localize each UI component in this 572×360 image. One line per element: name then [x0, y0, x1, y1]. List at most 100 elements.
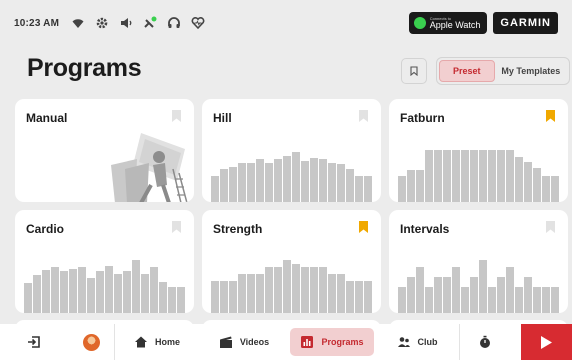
program-card-intervals[interactable]: Intervals — [389, 210, 568, 313]
wifi-icon[interactable] — [71, 16, 85, 30]
bookmark-icon[interactable] — [546, 221, 555, 233]
profile-bar — [42, 270, 50, 313]
profile-bar — [425, 150, 433, 202]
program-card-fatburn[interactable]: Fatburn — [389, 99, 568, 202]
profile-bar — [515, 157, 523, 202]
profile-bar — [398, 176, 406, 202]
profile-bar — [33, 275, 41, 313]
profile-bar — [177, 287, 185, 313]
nav-programs-label: Programs — [321, 337, 364, 347]
play-icon — [541, 335, 552, 349]
bookmark-icon-active[interactable] — [359, 221, 368, 233]
profile-bar — [310, 158, 318, 202]
profile-bar — [506, 267, 514, 313]
program-card-strength[interactable]: Strength — [202, 210, 381, 313]
profile-bar — [461, 150, 469, 202]
bookmark-icon — [410, 66, 418, 76]
profile-bar — [470, 277, 478, 313]
headphones-icon[interactable] — [167, 16, 181, 30]
profile-bar — [238, 163, 246, 202]
profile-bar — [141, 274, 149, 313]
gear-icon[interactable] — [95, 16, 109, 30]
garmin-button[interactable]: GARMIN — [493, 12, 558, 34]
profile-bar — [434, 277, 442, 313]
apple-watch-icon — [413, 17, 426, 29]
profile-bar — [24, 283, 32, 313]
profile-bar — [364, 281, 372, 313]
program-name: Strength — [213, 222, 263, 236]
profile-bar — [364, 176, 372, 202]
profile-bar — [78, 267, 86, 313]
tab-my-templates[interactable]: My Templates — [495, 60, 567, 82]
profile-bar — [443, 150, 451, 202]
profile-bar — [346, 281, 354, 313]
profile-bar — [229, 281, 237, 313]
profile-bar — [159, 282, 167, 313]
profile-bar — [488, 287, 496, 313]
apple-watch-button[interactable]: Connects to Apple Watch — [408, 12, 488, 34]
speaker-icon[interactable] — [119, 16, 133, 30]
program-name: Cardio — [26, 222, 65, 236]
nav-videos-label: Videos — [239, 337, 270, 347]
program-card-manual[interactable]: Manual — [15, 99, 194, 202]
nav-home[interactable]: Home — [115, 324, 199, 360]
profile-bar — [69, 269, 77, 313]
bookmark-icon-active[interactable] — [546, 110, 555, 122]
bookmark-icon[interactable] — [172, 110, 181, 122]
profile-bar — [452, 150, 460, 202]
program-name: Hill — [213, 111, 232, 125]
program-card-hill[interactable]: Hill — [202, 99, 381, 202]
program-card-cardio[interactable]: Cardio — [15, 210, 194, 313]
intensity-profile — [211, 251, 372, 313]
profile-bar — [265, 267, 273, 313]
profile-bar — [301, 267, 309, 313]
profile-bar — [506, 150, 514, 202]
profile-bar — [105, 266, 113, 313]
home-icon — [134, 336, 147, 348]
profile-bar — [87, 278, 95, 313]
program-name: Manual — [26, 111, 68, 125]
profile-bar — [256, 274, 264, 313]
pedal-bluetooth-icon[interactable] — [143, 16, 157, 30]
status-bar: 10:23 AM Connects to Apple Watch GARMIN — [0, 0, 572, 46]
bookmark-icon[interactable] — [172, 221, 181, 233]
play-button[interactable] — [521, 324, 572, 360]
profile-bar — [355, 176, 363, 202]
tab-preset[interactable]: Preset — [439, 60, 495, 82]
profile-bar — [497, 150, 505, 202]
intensity-profile — [398, 140, 559, 202]
profile-bar — [461, 287, 469, 313]
profile-bar — [542, 287, 550, 313]
exit-button[interactable] — [0, 324, 68, 360]
profile-bar — [319, 159, 327, 202]
profile-bar — [337, 274, 345, 313]
profile-bar — [407, 277, 415, 313]
profile-bar — [265, 163, 273, 202]
profile-bar — [398, 287, 406, 313]
profile-bar — [274, 159, 282, 202]
bookmark-filter-button[interactable] — [401, 58, 427, 84]
page-title: Programs — [27, 54, 142, 82]
profile-bar — [479, 150, 487, 202]
profile-bar — [328, 274, 336, 313]
profile-bar — [328, 163, 336, 202]
stopwatch-icon — [480, 335, 490, 348]
profile-button[interactable] — [68, 324, 114, 360]
profile-bar — [452, 267, 460, 313]
nav-videos[interactable]: Videos — [199, 324, 289, 360]
profile-bar — [292, 264, 300, 313]
profile-bar — [229, 167, 237, 202]
timer-button[interactable] — [460, 324, 510, 360]
nav-programs[interactable]: Programs — [289, 324, 375, 360]
profile-bar — [479, 260, 487, 313]
heart-rate-icon[interactable] — [191, 16, 205, 30]
profile-bar — [51, 267, 59, 313]
nav-club[interactable]: Club — [375, 324, 459, 360]
profile-bar — [524, 277, 532, 313]
profile-bar — [150, 267, 158, 313]
treadmill-illustration — [111, 133, 188, 202]
profile-bar — [443, 277, 451, 313]
profile-bar — [123, 271, 131, 313]
profile-bar — [220, 169, 228, 202]
bookmark-icon[interactable] — [359, 110, 368, 122]
